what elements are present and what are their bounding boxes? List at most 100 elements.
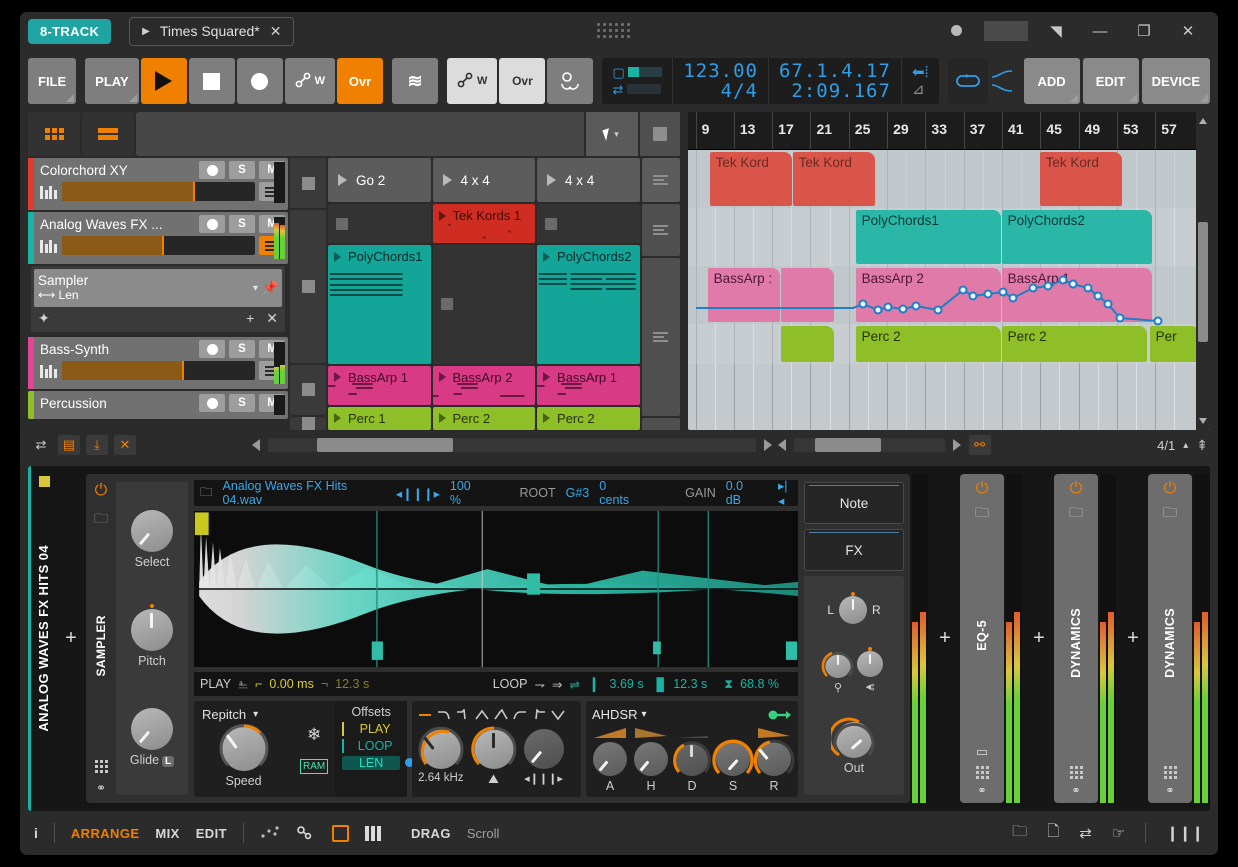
arranger-automation-button[interactable]: W — [447, 58, 498, 104]
release-knob[interactable]: R — [753, 727, 795, 793]
arranger-clip[interactable]: Per — [1149, 326, 1200, 362]
scroll-down-icon[interactable] — [1199, 418, 1207, 424]
solo-button[interactable]: S — [229, 161, 255, 179]
track-stop-button[interactable] — [290, 417, 326, 430]
note-tab[interactable]: Note — [804, 482, 904, 524]
loop-end-value[interactable]: 12.3 s — [673, 677, 707, 691]
dropdown-corner-icon[interactable] — [1069, 94, 1078, 102]
chain-icon[interactable]: ⚯ — [968, 435, 991, 455]
arranger-clip[interactable]: Perc 2 — [855, 326, 1001, 362]
arranger-body[interactable]: Tek Kord Tek Kord Tek Kord PolyChords1 PolyC… — [687, 150, 1210, 430]
clip-slot[interactable]: Perc 2 — [432, 406, 536, 430]
automation-write-button[interactable]: W — [284, 58, 336, 104]
modulation-icon[interactable]: ⚭ — [96, 781, 106, 795]
record-arm-button[interactable] — [199, 340, 225, 358]
scene-button[interactable]: Go 2 — [328, 158, 431, 202]
keys-icon[interactable]: ❙❙❙ — [1166, 824, 1204, 842]
crossfade-value[interactable]: 68.8 % — [740, 677, 779, 691]
record-arm-button[interactable] — [199, 161, 225, 179]
track-stop-button[interactable] — [290, 158, 326, 209]
drag-handle-icon[interactable] — [1069, 766, 1083, 779]
arranger-lane[interactable]: Tek Kord Tek Kord Tek Kord — [687, 150, 1210, 208]
clip-slot[interactable] — [328, 204, 431, 244]
offset-len-button[interactable]: LEN — [342, 756, 415, 770]
file-icon[interactable]: 🗋 — [1047, 821, 1059, 846]
chevron-down-icon[interactable]: ▾ — [642, 709, 647, 720]
loop-forward-icon[interactable]: ⇒ — [552, 677, 562, 692]
power-icon[interactable]: ⏻ — [1164, 480, 1177, 498]
arranger-overdub-button[interactable]: Ovr — [499, 58, 546, 104]
folder-icon[interactable]: 🗀 — [1012, 821, 1027, 846]
clip-slot[interactable]: PolyChords2 — [537, 245, 640, 364]
dropdown-corner-icon[interactable] — [66, 94, 75, 102]
stop-button[interactable] — [188, 58, 235, 104]
ram-icon[interactable]: RAM — [300, 758, 329, 774]
arranger-clip[interactable] — [780, 326, 834, 362]
modulation-icon[interactable]: ⚭ — [1165, 784, 1174, 797]
arranger-lane[interactable]: BassArp : BassArp 2 BassArp 1 — [687, 266, 1210, 324]
out-knob[interactable]: Out — [831, 717, 875, 775]
dropdown-corner-icon[interactable] — [128, 94, 137, 102]
sample-filename[interactable]: Analog Waves FX Hits 04.wav — [223, 479, 372, 507]
preset-icon[interactable]: ✦ — [38, 310, 50, 327]
sample-start-value[interactable]: 0.00 ms — [269, 677, 313, 691]
pin-icon[interactable]: 📌 — [262, 280, 278, 296]
timeline-ruler[interactable]: 9 13 17 21 25 29 33 37 41 45 49 53 57 — [687, 112, 1210, 150]
device-row[interactable]: Sampler ⟷ Len ▾ 📌 — [34, 269, 282, 307]
filter-shape-notch-icon[interactable] — [551, 709, 565, 721]
track-name[interactable]: Colorchord XY — [40, 163, 195, 178]
tab-edit[interactable]: EDIT — [196, 826, 227, 841]
project-play-icon[interactable]: ▶ — [142, 26, 150, 37]
filter-shape-hp-res-icon[interactable] — [532, 709, 546, 721]
modulation-icon[interactable] — [296, 825, 316, 841]
record-arm-button[interactable] — [199, 394, 225, 412]
scroll-up-icon[interactable] — [1199, 118, 1207, 124]
tempo-cell[interactable]: 123.00 4/4 — [673, 58, 769, 104]
pan-knob-row[interactable]: L R — [827, 591, 881, 624]
tab-mix[interactable]: MIX — [155, 826, 179, 841]
automation-icon[interactable] — [260, 825, 280, 841]
fade-curves[interactable] — [991, 69, 1013, 93]
track-header[interactable]: Analog Waves FX ... S M — [28, 212, 288, 264]
arranger-clip[interactable]: BassArp : — [707, 268, 780, 322]
offset-loop-button[interactable]: LOOP — [342, 739, 400, 753]
track-header[interactable]: Colorchord XY S M — [28, 158, 288, 210]
power-icon[interactable]: ⏻ — [976, 480, 989, 498]
file-button[interactable]: FILE — [28, 58, 77, 104]
hold-knob[interactable]: H — [633, 727, 669, 793]
decay-knob[interactable]: D — [673, 727, 711, 793]
arranger-clip[interactable]: PolyChords2 — [1001, 210, 1152, 264]
arranger-scrollbar[interactable] — [794, 438, 945, 452]
tab-arrange[interactable]: ARRANGE — [71, 826, 140, 841]
remove-device-button[interactable]: ✕ — [266, 310, 278, 327]
drag-handle-icon[interactable] — [1163, 766, 1177, 779]
metronome-icon[interactable]: ⊿ — [912, 81, 929, 98]
dropdown-corner-icon[interactable] — [1128, 94, 1137, 102]
maximize-icon[interactable]: ❐ — [1122, 22, 1166, 40]
pitch-knob[interactable]: Pitch — [131, 604, 173, 668]
groove-button[interactable]: ≋ — [392, 58, 439, 104]
arranger-clip[interactable]: Tek Kord — [709, 152, 792, 206]
record-button[interactable] — [236, 58, 283, 104]
scroll-left-icon[interactable] — [252, 439, 260, 451]
insert-device-button[interactable]: + — [930, 466, 960, 811]
arranger-clip[interactable]: Perc 2 — [1001, 326, 1147, 362]
arranger-clip[interactable]: Tek Kord — [792, 152, 875, 206]
latch-badge[interactable]: L — [162, 756, 175, 767]
chain-button[interactable] — [547, 58, 594, 104]
clip-slot[interactable] — [537, 204, 640, 244]
volume-slider[interactable] — [62, 361, 255, 380]
clip-slot[interactable]: BassArp 2 — [432, 365, 536, 405]
speed-knob[interactable]: Speed — [202, 723, 285, 788]
track-name[interactable]: Bass-Synth — [40, 342, 195, 357]
attack-knob[interactable]: A — [592, 727, 628, 793]
solo-button[interactable]: S — [229, 340, 255, 358]
folder-icon[interactable]: 🗀 — [94, 508, 108, 532]
play-button[interactable] — [140, 58, 187, 104]
track-header[interactable]: Percussion S M — [28, 391, 288, 419]
scene-button[interactable]: 4 x 4 — [432, 158, 536, 202]
stop-all-button[interactable] — [639, 112, 680, 156]
glide-knob[interactable]: Glide L — [130, 708, 175, 767]
project-tab[interactable]: ▶ Times Squared* ✕ — [129, 16, 295, 46]
clip-slot[interactable]: Tek Kords 1 — [432, 204, 536, 244]
